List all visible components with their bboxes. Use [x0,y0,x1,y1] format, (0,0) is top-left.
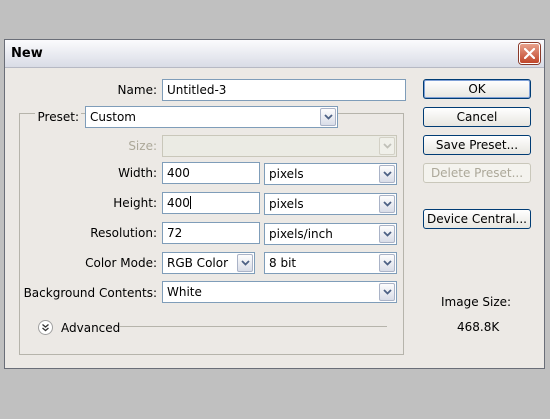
height-unit-dropdown[interactable]: pixels [264,193,397,215]
advanced-toggle[interactable] [38,320,53,335]
image-size-value: 468.8K [457,320,500,334]
color-mode-value: RGB Color [167,256,229,270]
height-value: 400 [167,196,190,210]
chevron-down-icon[interactable] [379,283,395,301]
preset-label: Preset: [37,110,79,124]
width-unit-value: pixels [269,167,304,181]
chevron-down-icon[interactable] [379,254,395,272]
height-label: Height: [113,196,157,210]
double-chevron-down-icon [42,324,49,332]
chevron-down-icon[interactable] [237,254,253,272]
image-size-label: Image Size: [441,295,512,309]
chevron-down-icon[interactable] [379,195,395,213]
resolution-input[interactable]: 72 [162,222,260,244]
background-contents-label: Background Contents: [23,286,157,300]
advanced-divider [119,326,387,327]
save-preset-button[interactable]: Save Preset... [423,135,531,155]
device-central-button[interactable]: Device Central... [423,209,531,229]
preset-dropdown[interactable]: Custom [85,106,338,128]
bit-depth-dropdown[interactable]: 8 bit [264,252,397,274]
background-contents-value: White [167,285,202,299]
close-icon [524,48,535,59]
width-label: Width: [118,166,157,180]
bit-depth-value: 8 bit [269,256,297,270]
delete-preset-button: Delete Preset... [423,163,531,183]
height-input[interactable]: 400 [162,192,260,214]
chevron-down-icon[interactable] [320,108,336,126]
chevron-down-icon[interactable] [379,225,395,243]
resolution-label: Resolution: [90,226,157,240]
size-label: Size: [128,139,157,153]
width-input[interactable]: 400 [162,162,260,184]
chevron-down-icon[interactable] [379,165,395,183]
title-bar[interactable]: New [5,40,544,68]
new-document-dialog: New Name: Untitled-3 Preset: Custom Size… [4,39,545,369]
color-mode-label: Color Mode: [85,256,157,270]
width-unit-dropdown[interactable]: pixels [264,163,397,185]
background-contents-dropdown[interactable]: White [162,281,397,303]
name-input[interactable]: Untitled-3 [162,79,406,101]
resolution-unit-dropdown[interactable]: pixels/inch [264,223,397,245]
ok-button[interactable]: OK [423,79,531,99]
dialog-title: New [11,46,43,61]
resolution-unit-value: pixels/inch [269,227,333,241]
cancel-button[interactable]: Cancel [423,107,531,127]
preset-value: Custom [90,110,136,124]
text-cursor [189,196,191,209]
color-mode-dropdown[interactable]: RGB Color [162,252,255,274]
size-dropdown [162,135,397,157]
name-label: Name: [117,83,157,97]
chevron-down-icon [379,137,395,155]
advanced-label[interactable]: Advanced [61,321,120,335]
height-unit-value: pixels [269,197,304,211]
close-button[interactable] [519,43,540,64]
